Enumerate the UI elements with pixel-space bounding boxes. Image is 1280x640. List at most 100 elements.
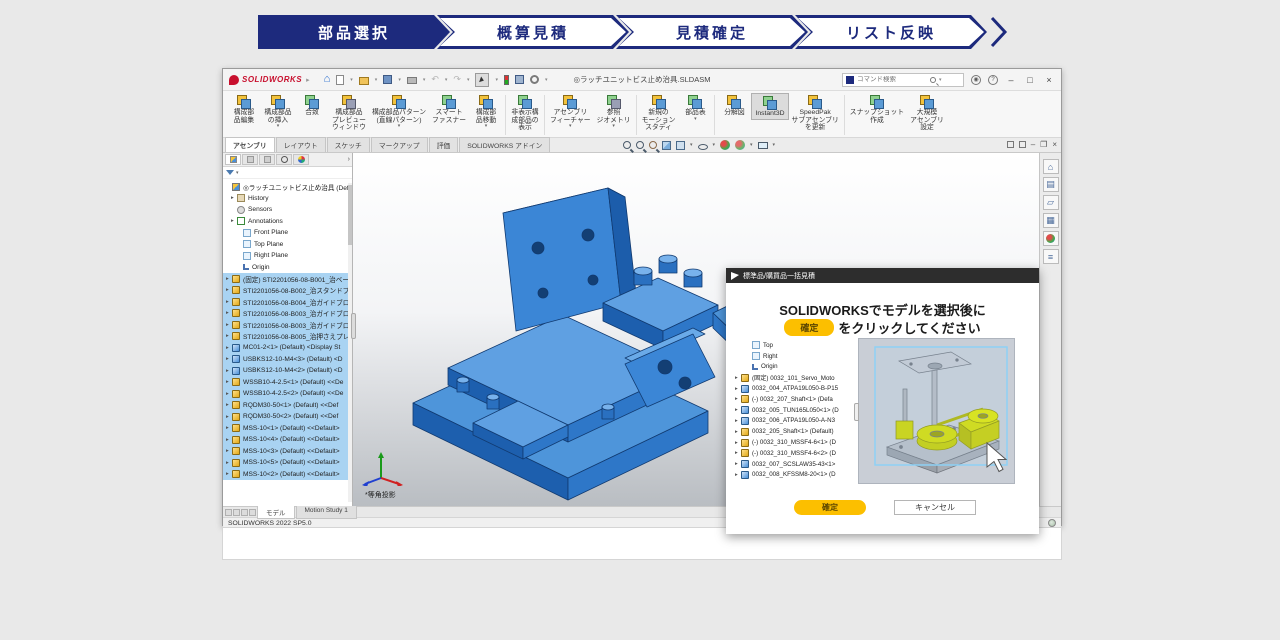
feature-tree-item[interactable]: ▸ MC01-2<1> (Default) <Display St (223, 342, 352, 354)
dialog-title-bar[interactable]: 標準品/購買品一括見積 (726, 268, 1039, 283)
dialog-tree-item[interactable]: ▸ 0032_004_ATPA19L050-B-P15 (732, 383, 858, 394)
study-tab[interactable]: Motion Study 1 (296, 506, 357, 519)
close-button[interactable]: × (1043, 75, 1055, 85)
doc-restore-left-icon[interactable] (1007, 141, 1014, 148)
dialog-tree-item[interactable]: ▸ 0032_006_ATPA19L050-A-N3 (732, 416, 858, 427)
feature-tree-item[interactable]: Front Plane (223, 227, 352, 239)
apply-scene-icon[interactable] (735, 140, 745, 150)
task-pane-view-palette-icon[interactable]: ▦ (1043, 213, 1059, 228)
ribbon-button[interactable]: 合致 (295, 93, 329, 118)
stepper-step[interactable]: 部品選択 (258, 15, 450, 49)
view-settings-caret-icon[interactable]: ▾ (773, 142, 776, 148)
panel-splitter-handle[interactable] (351, 313, 356, 339)
feature-tree-item[interactable]: Right Plane (223, 250, 352, 262)
undo-icon[interactable]: ↶ (431, 74, 439, 85)
doc-restore-button[interactable]: ❐ (1040, 140, 1047, 149)
study-tab[interactable]: モデル (257, 506, 295, 519)
feature-tree-item[interactable]: ▸ USBKS12-10-M4<3> (Default) <D (223, 354, 352, 366)
preview-collapse-handle[interactable] (854, 403, 859, 421)
feature-tree-item[interactable]: ▸ RQDM30-50<2> (Default) <<Def (223, 411, 352, 423)
ribbon-button[interactable]: スマート ファスナー (429, 93, 469, 125)
dialog-tree-item[interactable]: ▸ 0032_005_TUN165L050<1> (D (732, 405, 858, 416)
ribbon-button[interactable]: スナップショット 作成 (847, 93, 907, 125)
feature-tree-item[interactable]: ▸ RQDM30-50<1> (Default) <<Def (223, 400, 352, 412)
dialog-tree-item[interactable]: Origin (732, 362, 858, 373)
feature-tree-item[interactable]: ▸ (固定) STI2201056-08-B001_治ベー (223, 273, 352, 285)
display-style-caret-icon[interactable]: ▾ (713, 142, 716, 148)
command-tab[interactable]: マークアップ (371, 137, 428, 152)
doc-restore-right-icon[interactable] (1019, 141, 1026, 148)
help-icon[interactable]: ? (988, 75, 998, 85)
ribbon-button[interactable]: 構成部品 の挿入 ▾ (261, 93, 295, 130)
display-manager-tab[interactable] (293, 154, 309, 165)
feature-tree-item[interactable]: ▸ STI2201056-08-B002_治スタンドプレ (223, 285, 352, 297)
ribbon-button[interactable] (544, 95, 545, 135)
doc-minimize-button[interactable]: – (1031, 140, 1035, 149)
zoom-to-area-icon[interactable] (636, 141, 644, 149)
command-tab[interactable]: SOLIDWORKS アドイン (459, 137, 550, 152)
task-pane-appearances-icon[interactable] (1043, 231, 1059, 246)
ribbon-button[interactable]: 構成部 品編集 (227, 93, 261, 125)
tree-scrollbar-thumb[interactable] (348, 185, 352, 245)
feature-tree-item[interactable]: ▸ STI2201056-08-B004_治ガイドブロッ (223, 296, 352, 308)
display-style-icon[interactable] (698, 144, 708, 150)
feature-tree-item[interactable]: Sensors (223, 204, 352, 216)
view-orientation-caret-icon[interactable]: ▾ (690, 142, 693, 148)
dimxpert-manager-tab[interactable] (276, 154, 292, 165)
save-icon[interactable] (383, 75, 392, 84)
feature-tree-item[interactable]: Top Plane (223, 239, 352, 251)
dialog-tree-item[interactable]: ▸ 0032_008_KFSSM8-20<1> (D (732, 470, 858, 481)
apply-scene-caret-icon[interactable]: ▾ (750, 142, 753, 148)
feature-tree-item[interactable]: ▸ MSS-10<5> (Default) <<Default> (223, 457, 352, 469)
command-tab[interactable]: スケッチ (327, 137, 370, 152)
minimize-button[interactable]: – (1005, 75, 1017, 85)
ribbon-button[interactable] (844, 95, 845, 135)
dialog-tree-item[interactable]: Top (732, 340, 858, 351)
dialog-tree-item[interactable]: Right (732, 351, 858, 362)
feature-tree-item[interactable]: ▸ MSS-10<2> (Default) <<Default> (223, 469, 352, 481)
ribbon-button[interactable]: 新規の モーション スタディ (639, 93, 679, 133)
search-input[interactable] (857, 76, 927, 83)
tab-scroll-button-2[interactable] (233, 509, 240, 516)
feature-tree-item[interactable]: ▸ STI2201056-08-B005_治押さえプレー (223, 331, 352, 343)
dialog-tree-item[interactable]: ▸ (固定) 0032_101_Servo_Moto (732, 372, 858, 383)
feature-tree-item[interactable]: ▸ MSS-10<4> (Default) <<Default> (223, 434, 352, 446)
ribbon-button[interactable]: Instant3D (751, 93, 788, 120)
tree-scrollbar[interactable] (348, 183, 352, 502)
zoom-to-fit-icon[interactable] (623, 141, 631, 149)
ribbon-button[interactable]: 分解図 (717, 93, 751, 118)
command-search-box[interactable]: ▾ (842, 73, 964, 87)
dialog-tree-item[interactable]: ▸ (-) 0032_207_Shaft<1> (Defa (732, 394, 858, 405)
rebuild-icon[interactable] (504, 75, 509, 85)
options-gear-icon[interactable] (530, 75, 539, 84)
feature-tree-item[interactable]: ▸ WSSB10-4-2.5<2> (Default) <<De (223, 388, 352, 400)
ribbon-button[interactable]: SpeedPak サブアセンブリ を更新 (789, 93, 842, 133)
command-tab[interactable]: アセンブリ (225, 137, 275, 152)
open-document-icon[interactable] (359, 77, 369, 85)
feature-tree-item[interactable]: ▸ STI2201056-08-B003_治ガイドブロッ (223, 308, 352, 320)
tab-scroll-button-1[interactable] (225, 509, 232, 516)
stepper-step[interactable]: 概算見積 (437, 15, 629, 49)
dialog-tree-item[interactable]: ▸ (-) 0032_310_MSSF4-6<1> (D (732, 437, 858, 448)
doc-close-button[interactable]: × (1052, 140, 1057, 149)
stepper-step[interactable]: 見積確定 (616, 15, 808, 49)
brand-expander-chevron-icon[interactable]: ▸ (306, 76, 310, 84)
ribbon-button[interactable] (714, 95, 715, 135)
previous-view-icon[interactable] (649, 141, 657, 149)
edit-appearance-icon[interactable] (720, 140, 730, 150)
tab-scroll-button-3[interactable] (241, 509, 248, 516)
feature-tree-item[interactable]: ▸ MSS-10<1> (Default) <<Default> (223, 423, 352, 435)
ribbon-button[interactable]: 大規模 アセンブリ 設定 (907, 93, 947, 133)
command-tab[interactable]: 評価 (429, 137, 459, 152)
section-view-icon[interactable] (662, 141, 671, 150)
redo-icon[interactable]: ↷ (453, 74, 461, 85)
ribbon-button[interactable]: 構成部品 プレビュー ウィンドウ (329, 93, 369, 133)
dialog-tree-item[interactable]: ▸ 0032_007_SCSLAW35-43<1> (732, 459, 858, 470)
globe-icon[interactable] (1048, 519, 1056, 527)
feature-tree-item[interactable]: ▸ USBKS12-10-M4<2> (Default) <D (223, 365, 352, 377)
task-pane-design-library-icon[interactable]: ▤ (1043, 177, 1059, 192)
ribbon-button[interactable]: 非表示構 成部品の 表示 (508, 93, 542, 133)
view-orientation-icon[interactable] (676, 141, 685, 150)
ribbon-button[interactable] (505, 95, 506, 135)
configuration-manager-tab[interactable] (259, 154, 275, 165)
